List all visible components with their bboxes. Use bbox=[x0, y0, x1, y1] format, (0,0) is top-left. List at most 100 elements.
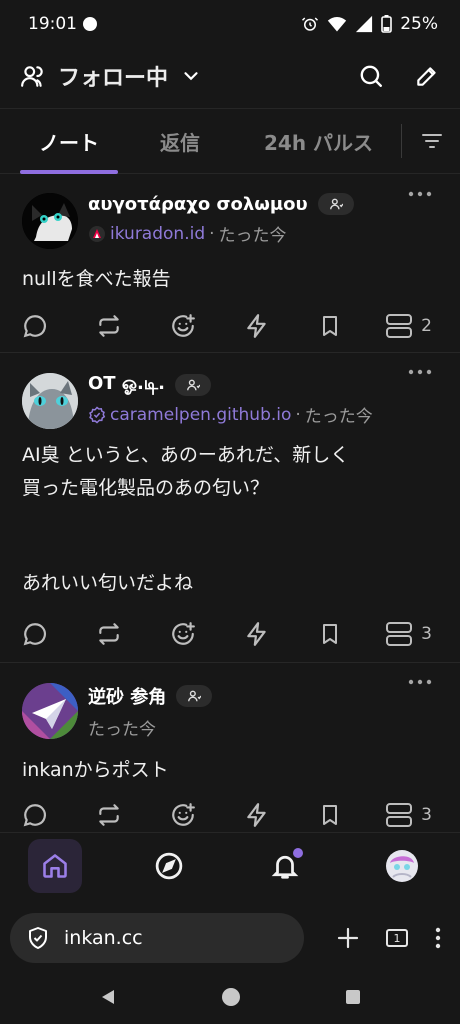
more-icon bbox=[408, 679, 432, 685]
home-circle-icon[interactable] bbox=[221, 987, 241, 1007]
compass-icon bbox=[155, 852, 182, 879]
search-icon[interactable] bbox=[358, 63, 384, 89]
timeline-feed[interactable]: αυγοτάραχο σολωμου ikuradon.id · たった今 nu… bbox=[0, 175, 460, 831]
avatar[interactable] bbox=[22, 373, 78, 429]
paper-plane-avatar-image bbox=[22, 683, 78, 739]
user-icon bbox=[188, 690, 202, 702]
avatar[interactable] bbox=[22, 683, 78, 739]
renote-button[interactable] bbox=[96, 313, 170, 339]
app-header: フォロー中 bbox=[0, 48, 460, 104]
more-button[interactable] bbox=[408, 667, 432, 691]
note-text: nullを食べた報告 bbox=[22, 268, 171, 290]
boost-button[interactable] bbox=[244, 802, 318, 828]
boost-button[interactable] bbox=[244, 621, 318, 647]
reaction-icon bbox=[172, 622, 195, 645]
note-card[interactable]: 逆砂 参角 たった今 inkanからポスト 3 bbox=[0, 663, 460, 831]
status-time: 19:01 bbox=[28, 14, 77, 34]
feed-selector[interactable]: フォロー中 bbox=[20, 60, 202, 92]
filter-button[interactable] bbox=[401, 124, 444, 158]
system-navigation bbox=[0, 970, 460, 1024]
nav-notifications[interactable] bbox=[255, 836, 315, 896]
bookmark-button[interactable] bbox=[318, 802, 392, 828]
timeline-tabs: ノート 返信 24h パルス bbox=[0, 108, 460, 174]
tab-24h-pulse[interactable]: 24h パルス bbox=[264, 109, 373, 173]
battery-icon bbox=[381, 15, 393, 33]
reply-icon bbox=[23, 804, 46, 827]
note-card[interactable]: OT ஓ.டி. caramelpen.github.io · たった今 AI臭… bbox=[0, 353, 460, 663]
server-count-button[interactable]: 2 bbox=[385, 313, 432, 339]
cat-avatar-image bbox=[22, 373, 78, 429]
display-name[interactable]: 逆砂 参角 bbox=[88, 683, 166, 709]
nav-explore[interactable] bbox=[139, 836, 199, 896]
nav-account[interactable] bbox=[372, 836, 432, 896]
server-count: 3 bbox=[421, 805, 432, 825]
reply-button[interactable] bbox=[22, 802, 96, 828]
separator: · bbox=[295, 404, 301, 425]
more-button[interactable] bbox=[408, 179, 432, 203]
renote-icon bbox=[99, 804, 119, 826]
bolt-icon bbox=[247, 803, 266, 827]
more-button[interactable] bbox=[408, 357, 432, 381]
menu-icon[interactable] bbox=[434, 926, 442, 950]
server-count: 2 bbox=[421, 316, 432, 336]
following-badge bbox=[174, 373, 211, 396]
post-time[interactable]: たった今 bbox=[219, 221, 287, 246]
reaction-button[interactable] bbox=[170, 313, 244, 339]
server-icon bbox=[386, 314, 413, 338]
following-badge bbox=[176, 685, 213, 707]
note-text-line: あれいい匂いだよね bbox=[22, 572, 194, 594]
users-icon bbox=[21, 66, 43, 87]
tab-replies[interactable]: 返信 bbox=[160, 109, 200, 173]
avatar bbox=[385, 849, 418, 882]
renote-button[interactable] bbox=[96, 802, 170, 828]
post-time[interactable]: たった今 bbox=[305, 402, 373, 427]
tab-notes[interactable]: ノート bbox=[20, 109, 118, 174]
reaction-icon bbox=[172, 314, 195, 337]
server-icon bbox=[386, 803, 413, 827]
avatar[interactable] bbox=[22, 193, 78, 249]
user-icon bbox=[329, 198, 343, 210]
server-count: 3 bbox=[421, 624, 432, 644]
server-count-button[interactable]: 3 bbox=[385, 621, 432, 647]
nav-home[interactable] bbox=[28, 838, 83, 893]
note-text-line: AI臭 というと、あのーあれだ、新しく bbox=[22, 444, 350, 466]
separator: · bbox=[209, 223, 215, 244]
more-icon bbox=[408, 369, 432, 375]
reply-button[interactable] bbox=[22, 313, 96, 339]
bottom-nav bbox=[0, 832, 460, 898]
bookmark-button[interactable] bbox=[318, 621, 392, 647]
reply-icon bbox=[23, 315, 46, 338]
boost-button[interactable] bbox=[244, 313, 318, 339]
note-card[interactable]: αυγοτάραχο σολωμου ikuradon.id · たった今 nu… bbox=[0, 175, 460, 353]
status-bar: 19:01 25% bbox=[0, 0, 460, 48]
notification-dot-icon bbox=[83, 17, 97, 31]
recents-icon[interactable] bbox=[345, 989, 361, 1005]
bolt-icon bbox=[247, 622, 266, 646]
instance-name[interactable]: ikuradon.id bbox=[110, 224, 205, 244]
reaction-button[interactable] bbox=[170, 621, 244, 647]
compose-icon[interactable] bbox=[414, 63, 440, 89]
bookmark-button[interactable] bbox=[318, 313, 392, 339]
browser-toolbar: inkan.cc 1 bbox=[0, 906, 460, 970]
plus-icon[interactable] bbox=[336, 926, 360, 950]
display-name[interactable]: αυγοτάραχο σολωμου bbox=[88, 194, 308, 215]
display-name[interactable]: OT ஓ.டி. bbox=[88, 373, 165, 396]
note-text-line: 買った電化製品のあの匂い？ bbox=[22, 477, 270, 499]
reply-button[interactable] bbox=[22, 621, 96, 647]
renote-button[interactable] bbox=[96, 621, 170, 647]
server-count-button[interactable]: 3 bbox=[385, 802, 432, 828]
chevron-down-icon bbox=[184, 72, 198, 81]
instance-icon bbox=[89, 225, 105, 242]
post-time[interactable]: たった今 bbox=[88, 715, 156, 740]
filter-icon bbox=[422, 134, 442, 148]
note-text: inkanからポスト bbox=[22, 759, 169, 781]
tabs-button[interactable]: 1 bbox=[386, 929, 408, 947]
instance-name[interactable]: caramelpen.github.io bbox=[110, 405, 291, 425]
url-bar[interactable]: inkan.cc bbox=[10, 913, 304, 963]
feed-title: フォロー中 bbox=[58, 66, 169, 91]
renote-icon bbox=[99, 315, 119, 337]
cat-avatar-image bbox=[22, 193, 78, 249]
bookmark-icon bbox=[323, 624, 337, 644]
reaction-button[interactable] bbox=[170, 802, 244, 828]
back-icon[interactable] bbox=[99, 988, 117, 1006]
